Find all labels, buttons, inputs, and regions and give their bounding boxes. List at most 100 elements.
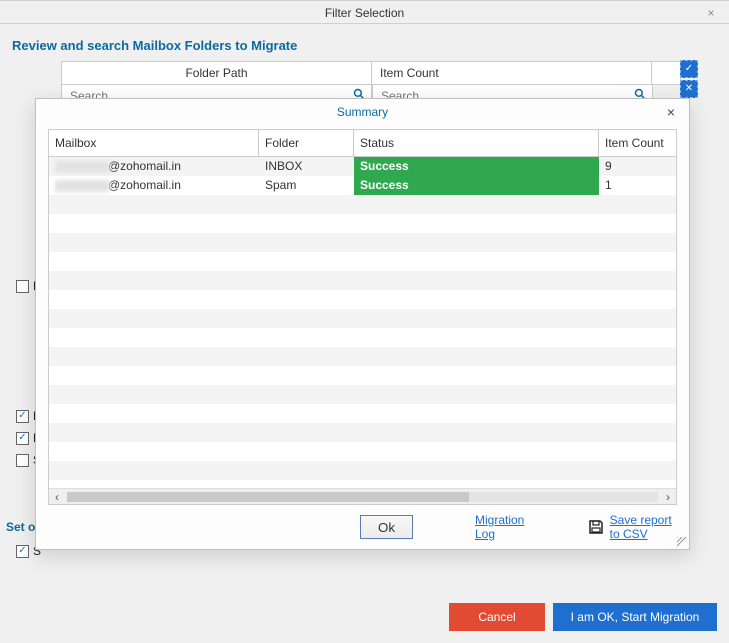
filter-selection-window: Filter Selection × Review and search Mai… [0, 0, 729, 643]
cell-empty [49, 290, 259, 309]
table-row [49, 290, 676, 309]
table-row [49, 252, 676, 271]
cell-mailbox: @zohomail.in [49, 176, 259, 195]
save-report-label: Save report to CSV [610, 513, 675, 541]
col-header-folder-path[interactable]: Folder Path [62, 62, 372, 84]
cell-empty [599, 366, 676, 385]
close-icon[interactable]: × [659, 99, 683, 125]
cell-empty [354, 214, 599, 233]
summary-dialog: Summary × Mailbox Folder Status Item Cou… [35, 98, 690, 550]
ok-button[interactable]: Ok [360, 515, 413, 539]
table-row [49, 195, 676, 214]
scroll-left-icon[interactable]: ‹ [49, 489, 65, 505]
start-migration-button[interactable]: I am OK, Start Migration [553, 603, 717, 631]
cell-empty [599, 442, 676, 461]
cell-empty [599, 290, 676, 309]
cell-empty [354, 347, 599, 366]
cell-empty [49, 233, 259, 252]
cell-empty [354, 233, 599, 252]
horizontal-scrollbar[interactable]: ‹ › [49, 488, 676, 504]
table-row [49, 366, 676, 385]
table-row [49, 214, 676, 233]
cell-empty [49, 328, 259, 347]
cell-empty [354, 328, 599, 347]
cancel-button[interactable]: Cancel [449, 603, 545, 631]
resize-grip[interactable] [677, 537, 687, 547]
scroll-right-icon[interactable]: › [660, 489, 676, 505]
migration-log-link[interactable]: Migration Log [475, 513, 526, 541]
table-row [49, 328, 676, 347]
cell-empty [354, 423, 599, 442]
cell-empty [49, 442, 259, 461]
close-icon[interactable]: × [699, 1, 723, 25]
cell-empty [49, 309, 259, 328]
cell-empty [599, 271, 676, 290]
col-header-folder[interactable]: Folder [259, 130, 354, 156]
scroll-track[interactable] [67, 492, 658, 502]
cell-empty [354, 366, 599, 385]
table-row [49, 423, 676, 442]
cell-empty [49, 423, 259, 442]
check-all-button[interactable]: ✓ [680, 60, 698, 78]
cell-empty [259, 195, 354, 214]
cell-empty [259, 366, 354, 385]
cell-empty [354, 385, 599, 404]
table-row[interactable]: @zohomail.inINBOXSuccess9 [49, 157, 676, 176]
cell-empty [354, 290, 599, 309]
window-title: Filter Selection [325, 6, 404, 20]
cell-empty [259, 423, 354, 442]
dialog-title-bar: Summary × [36, 99, 689, 125]
cell-empty [259, 328, 354, 347]
cell-empty [259, 252, 354, 271]
cell-empty [354, 442, 599, 461]
table-row [49, 233, 676, 252]
cell-empty [259, 271, 354, 290]
table-row [49, 442, 676, 461]
cell-empty [49, 347, 259, 366]
grid-header: Mailbox Folder Status Item Count [49, 130, 676, 157]
col-header-status[interactable]: Status [354, 130, 599, 156]
cell-empty [259, 214, 354, 233]
cell-empty [259, 233, 354, 252]
scroll-thumb[interactable] [67, 492, 469, 502]
uncheck-all-button[interactable]: ✕ [680, 80, 698, 98]
cell-item-count: 1 [599, 176, 676, 195]
cell-empty [599, 233, 676, 252]
col-header-item-count[interactable]: Item Count [599, 130, 677, 156]
table-row [49, 461, 676, 480]
col-header-mailbox[interactable]: Mailbox [49, 130, 259, 156]
title-bar: Filter Selection × [0, 0, 729, 24]
col-header-item-count[interactable]: Item Count [372, 62, 652, 84]
table-row [49, 347, 676, 366]
cell-empty [599, 252, 676, 271]
cell-empty [599, 214, 676, 233]
save-report-link[interactable]: Save report to CSV [588, 513, 675, 541]
cell-empty [599, 423, 676, 442]
select-all-buttons: ✓ ✕ [680, 60, 698, 100]
cell-empty [49, 271, 259, 290]
summary-grid: Mailbox Folder Status Item Count @zohoma… [48, 129, 677, 505]
cell-empty [259, 385, 354, 404]
cell-empty [354, 461, 599, 480]
cell-empty [259, 309, 354, 328]
dialog-title: Summary [337, 105, 388, 119]
cell-empty [49, 195, 259, 214]
table-row [49, 271, 676, 290]
cell-empty [49, 461, 259, 480]
cell-empty [354, 404, 599, 423]
cell-empty [49, 366, 259, 385]
cell-status: Success [354, 157, 599, 176]
cell-empty [354, 195, 599, 214]
table-row[interactable]: @zohomail.inSpamSuccess1 [49, 176, 676, 195]
cell-empty [259, 442, 354, 461]
cell-empty [49, 252, 259, 271]
redacted-text [55, 161, 110, 173]
cell-empty [259, 404, 354, 423]
page-subtitle: Review and search Mailbox Folders to Mig… [6, 34, 711, 61]
cell-empty [354, 252, 599, 271]
mailbox-domain: @zohomail.in [108, 159, 181, 173]
cell-empty [599, 328, 676, 347]
grid-rows: @zohomail.inINBOXSuccess9@zohomail.inSpa… [49, 157, 676, 488]
cell-empty [49, 404, 259, 423]
cell-empty [599, 385, 676, 404]
